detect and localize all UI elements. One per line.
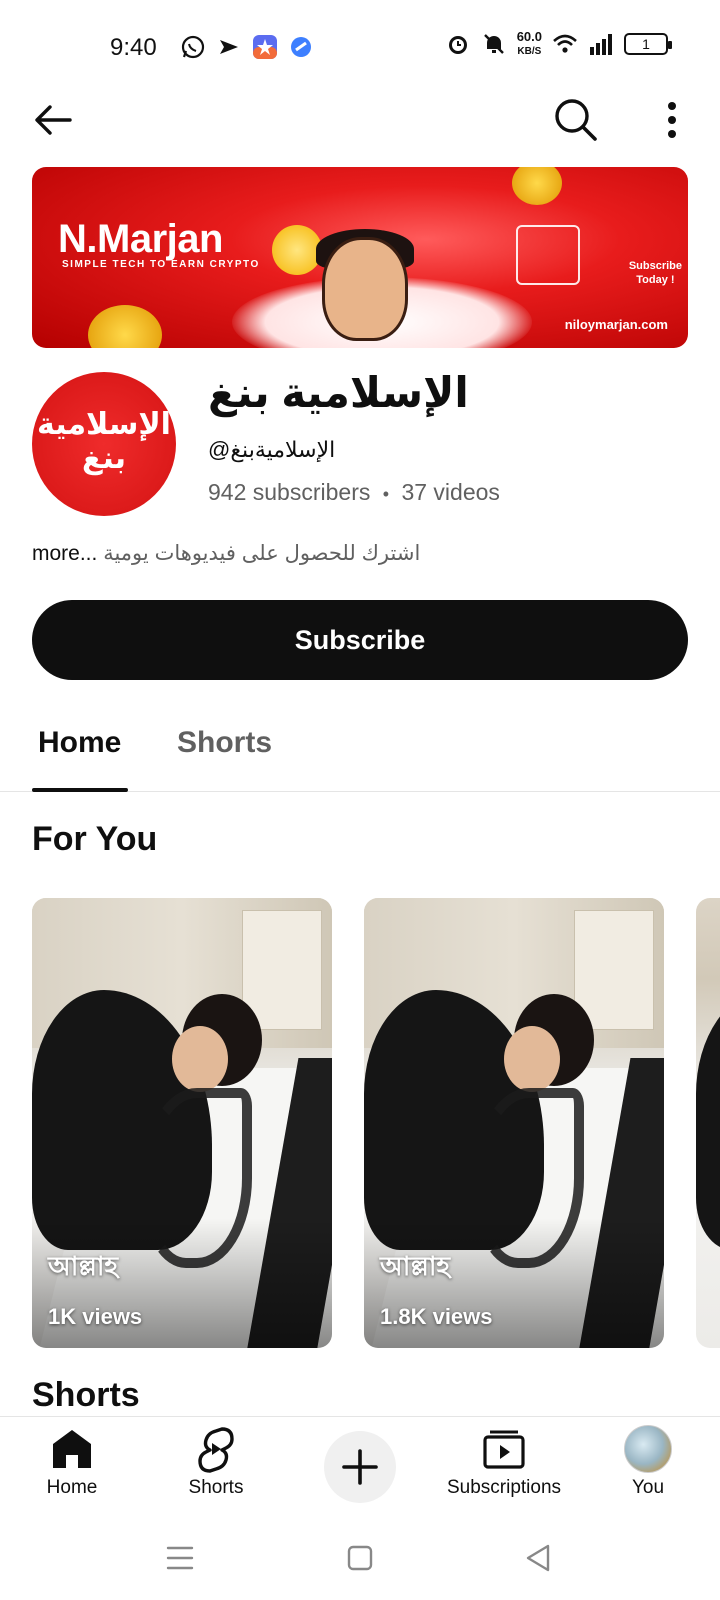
back-triangle-icon[interactable] [518,1538,558,1578]
banner-sunglasses-emoji [88,305,162,348]
send-icon [220,40,238,54]
short-views: 1.8K views [380,1304,493,1329]
banner-laughing-emoji [512,167,562,205]
description-text: اشترك للحصول على فيديوهات يومية [103,542,421,565]
status-bar: 9:40 60.0 KB/S 1 [0,0,720,96]
banner-subscribe-line1: Subscribe [628,260,682,272]
back-arrow-icon[interactable] [30,98,78,142]
signal-icon [590,34,612,55]
create-button[interactable] [324,1431,396,1503]
subscriptions-icon [483,1430,525,1469]
channel-description[interactable]: more... اشترك للحصول على فيديوهات يومية [32,541,420,566]
battery-icon: 1 [624,33,672,55]
tab-shorts[interactable]: Shorts [177,726,272,760]
card-thumbnail-face [172,1026,228,1092]
nav-home[interactable]: Home [2,1425,142,1499]
short-title: আল্লাহ [48,1251,119,1281]
status-left-icons [180,34,314,60]
top-app-bar [0,88,720,152]
nav-label-subscriptions: Subscriptions [446,1477,562,1498]
card-thumbnail-person [696,990,720,1250]
channel-avatar[interactable]: الإسلامية بنغ [32,372,176,516]
banner-brand: N.Marjan [58,217,223,261]
channel-name: الإسلامية بنغ [208,369,469,416]
whatsapp-icon [181,35,205,59]
banner-sun-graphic [272,225,322,275]
avatar-text-line1: الإسلامية [37,408,171,441]
short-card-partial[interactable] [696,898,720,1348]
tab-home[interactable]: Home [38,726,121,760]
avatar-text: الإسلامية بنغ [32,408,176,476]
description-more-link[interactable]: more... [32,542,97,565]
channel-stats: 942 subscribers • 37 videos [208,479,500,506]
nav-label-shorts: Shorts [188,1477,244,1498]
status-time: 9:40 [110,34,157,61]
recents-menu-icon[interactable] [160,1538,200,1578]
banner-subscribe-line2: Today ! [636,274,675,286]
app-star-icon [253,35,277,59]
wifi-icon [553,34,577,53]
nav-you[interactable]: You [578,1425,718,1499]
create-plus-icon [342,1449,378,1485]
nav-subscriptions[interactable]: Subscriptions [434,1425,574,1499]
search-icon[interactable] [552,96,600,144]
card-thumbnail-face [504,1026,560,1092]
section-title-for-you: For You [32,820,158,858]
video-count: 37 videos [401,479,500,505]
subscribe-button[interactable]: Subscribe [32,600,688,680]
more-vert-icon[interactable] [652,96,692,144]
banner-url: niloymarjan.com [564,317,668,332]
net-speed-value: 60.0 [516,29,542,44]
avatar-text-line2: بنغ [81,442,126,475]
subscriber-count: 942 subscribers [208,479,371,505]
short-card[interactable]: আল্লাহ 1K views [32,898,332,1348]
channel-handle: @الإسلاميةبنغ [208,437,336,462]
channel-tabs: Home Shorts [0,716,720,792]
home-square-icon[interactable] [340,1538,380,1578]
net-speed: 60.0 KB/S [517,30,542,58]
nav-label-you: You [631,1477,665,1498]
alarm-icon [448,36,467,54]
shorts-icon [198,1427,234,1473]
short-card[interactable]: আল্লাহ 1.8K views [364,898,664,1348]
short-views: 1K views [48,1304,143,1329]
home-icon [53,1430,91,1468]
short-title: আল্লাহ [380,1251,451,1281]
banner-subscribe-note: Subscribe Today ! [629,259,682,287]
you-avatar [624,1425,672,1473]
channel-banner: N.Marjan SIMPLE TECH TO EARN CRYPTO Subs… [32,167,688,348]
mute-icon [483,34,504,54]
banner-media-icons [516,225,580,285]
status-right-icons: 60.0 KB/S 1 [445,30,672,58]
nav-shorts[interactable]: Shorts [146,1425,286,1499]
banner-face-illustration [322,237,408,341]
system-nav-bar [0,1516,720,1600]
active-tab-indicator [32,788,128,792]
bottom-nav: Home Shorts Subscriptions You [0,1416,720,1516]
stats-separator: • [382,484,390,504]
app-blue-icon [291,37,311,57]
net-speed-unit: KB/S [517,46,542,57]
nav-label-home: Home [46,1477,98,1498]
section-title-shorts: Shorts [32,1376,140,1414]
banner-tagline: SIMPLE TECH TO EARN CRYPTO [62,259,260,270]
